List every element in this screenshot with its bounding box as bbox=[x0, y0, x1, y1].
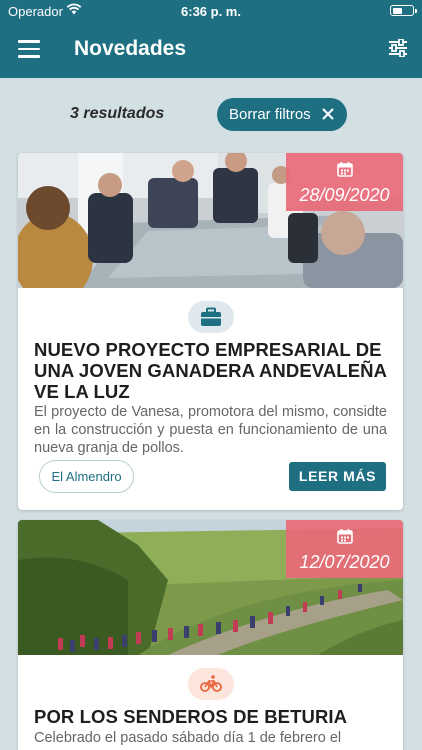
news-date: 12/07/2020 bbox=[299, 552, 390, 572]
app-header: Operador 6:36 p. m. Novedades bbox=[0, 0, 422, 78]
date-badge: 28/09/2020 bbox=[286, 153, 403, 211]
bicycle-icon bbox=[188, 668, 234, 700]
place-chip[interactable]: El Almendro bbox=[39, 460, 134, 493]
news-title: NUEVO PROYECTO EMPRESARIAL DE UNA JOVEN … bbox=[34, 339, 387, 402]
clock: 6:36 p. m. bbox=[181, 4, 241, 19]
battery-icon bbox=[390, 5, 417, 16]
calendar-icon bbox=[337, 162, 353, 177]
results-count: 3 resultados bbox=[70, 105, 165, 122]
news-description: Celebrado el pasado sábado día 1 de febr… bbox=[34, 730, 342, 746]
date-badge: 12/07/2020 bbox=[286, 520, 403, 578]
clear-filters-button[interactable]: Borrar filtros bbox=[217, 98, 347, 131]
news-description: El proyecto de Vanesa, promotora del mis… bbox=[34, 404, 387, 456]
read-more-button[interactable]: LEER MÁS bbox=[289, 462, 386, 491]
clear-filters-label: Borrar filtros bbox=[229, 106, 311, 123]
news-card[interactable]: 28/09/2020 NUEVO PROYECTO EMPRESARIAL DE… bbox=[18, 153, 403, 510]
news-title: POR LOS SENDEROS DE BETURIA bbox=[34, 706, 348, 727]
filter-settings-icon[interactable] bbox=[388, 39, 408, 57]
status-bar: Operador 6:36 p. m. bbox=[0, 0, 422, 22]
page-title: Novedades bbox=[74, 37, 187, 60]
briefcase-icon bbox=[188, 301, 234, 333]
calendar-icon bbox=[337, 529, 353, 544]
menu-button[interactable] bbox=[18, 40, 40, 58]
news-date: 28/09/2020 bbox=[299, 185, 390, 205]
close-icon bbox=[322, 108, 334, 120]
news-card[interactable]: 12/07/2020 POR LOS SENDEROS DE BETURIA C… bbox=[18, 520, 403, 750]
